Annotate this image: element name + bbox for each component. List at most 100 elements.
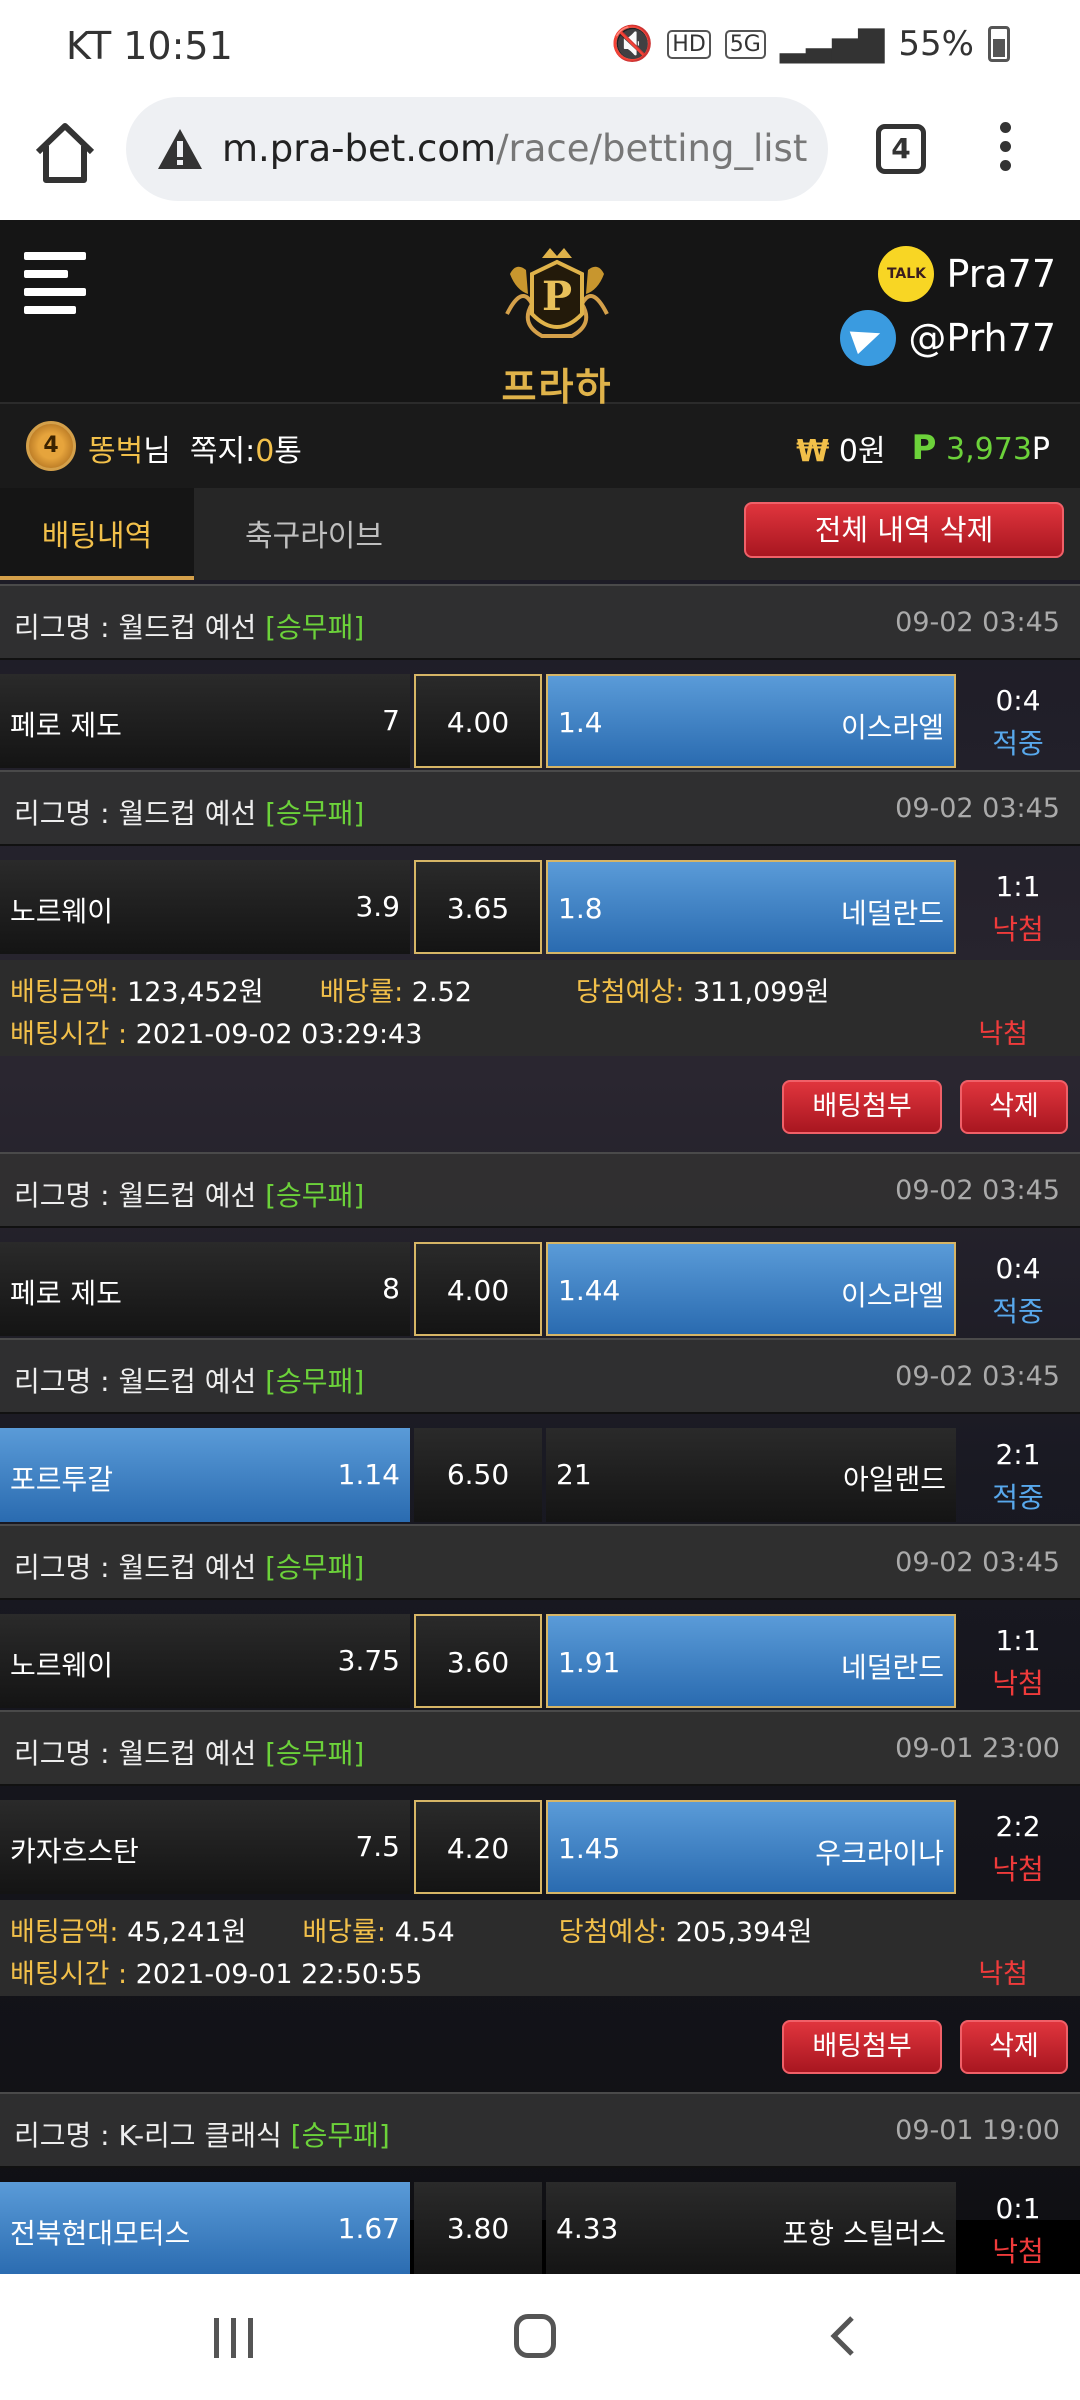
- league-title: 월드컵 예선: [118, 1179, 257, 1212]
- home-team-cell[interactable]: 페로 제도 8: [0, 1242, 410, 1336]
- home-team-cell[interactable]: 포르투갈 1.14: [0, 1428, 410, 1522]
- kakao-contact[interactable]: TALK Pra77: [878, 246, 1056, 302]
- match-result: 0:4 적중: [956, 1242, 1080, 1336]
- league-name: 리그명 : 월드컵 예선 [승무패]: [14, 1174, 364, 1214]
- league-header: 리그명 : 월드컵 예선 [승무패] 09-01 23:00: [0, 1710, 1080, 1786]
- match-score: 0:4: [995, 1252, 1041, 1285]
- home-team-cell[interactable]: 전북현대모터스 1.67: [0, 2182, 410, 2274]
- league-name: 리그명 : 월드컵 예선 [승무패]: [14, 606, 364, 646]
- delete-all-history-button[interactable]: 전체 내역 삭제: [744, 502, 1064, 558]
- tab-betting-history[interactable]: 배팅내역: [0, 488, 194, 580]
- match-score: 0:4: [995, 684, 1041, 717]
- delete-bet-button[interactable]: 삭제: [960, 1080, 1068, 1134]
- home-team-cell[interactable]: 노르웨이 3.75: [0, 1614, 410, 1708]
- bet-time-label: 배팅시간 :: [10, 1019, 128, 1050]
- match-result: 0:1 낙첨: [956, 2182, 1080, 2274]
- match-datetime: 09-02 03:45: [895, 1547, 1060, 1578]
- messages-link[interactable]: 쪽지:0통: [190, 434, 302, 469]
- expected-value: 311,099원: [692, 977, 830, 1008]
- away-team-cell[interactable]: 4.33 포항 스틸러스: [546, 2182, 956, 2274]
- away-odds: 1.45: [558, 1832, 621, 1865]
- home-odds: 7.5: [355, 1830, 400, 1863]
- bet-type-tag: [승무패]: [265, 1737, 365, 1770]
- user-info-bar: 4 똥벅님 쪽지:0통 ₩ 0원 P 3,973P: [0, 404, 1080, 488]
- home-team-cell[interactable]: 카자흐스탄 7.5: [0, 1800, 410, 1894]
- tab-soccer-live[interactable]: 축구라이브: [214, 488, 414, 580]
- match-result: 1:1 낙첨: [956, 860, 1080, 954]
- match-result: 2:2 낙첨: [956, 1800, 1080, 1894]
- draw-cell[interactable]: 4.20: [414, 1800, 542, 1894]
- home-team-name: 페로 제도: [10, 1277, 122, 1310]
- match-score: 2:1: [995, 1438, 1041, 1471]
- more-menu-icon[interactable]: [995, 122, 1015, 178]
- won-icon: ₩: [796, 434, 830, 469]
- bet-time-label: 배팅시간 :: [10, 1959, 128, 1990]
- match-row: 포르투갈 1.14 6.50 21 아일랜드 2:1 적중: [0, 1428, 1080, 1522]
- bet-time-value: 2021-09-02 03:29:43: [135, 1019, 423, 1050]
- draw-cell[interactable]: 3.80: [414, 2182, 542, 2274]
- away-team-name: 아일랜드: [842, 1463, 946, 1496]
- bet-amount-label: 배팅금액:: [10, 1917, 119, 1948]
- recent-apps-icon[interactable]: [214, 2318, 254, 2358]
- telegram-contact[interactable]: @Prh77: [840, 310, 1056, 366]
- home-odds: 7: [382, 704, 400, 737]
- home-team-name: 카자흐스탄: [10, 1835, 139, 1868]
- league-name: 리그명 : 월드컵 예선 [승무패]: [14, 1732, 364, 1772]
- home-icon[interactable]: [30, 118, 100, 188]
- away-team-cell[interactable]: 1.8 네덜란드: [546, 860, 956, 954]
- delete-bet-button[interactable]: 삭제: [960, 2020, 1068, 2074]
- bet-type-tag: [승무패]: [265, 1551, 365, 1584]
- draw-cell[interactable]: 3.60: [414, 1614, 542, 1708]
- history-tabbar: 배팅내역 축구라이브 전체 내역 삭제: [0, 488, 1080, 580]
- result-status: 낙첨: [992, 1667, 1044, 1700]
- tab-switcher-button[interactable]: 4: [876, 124, 926, 174]
- betting-history-list[interactable]: 리그명 : 월드컵 예선 [승무패] 09-02 03:45 페로 제도 7 4.00 1…: [0, 580, 1080, 2274]
- hamburger-menu-icon[interactable]: [24, 250, 90, 320]
- league-header: 리그명 : 월드컵 예선 [승무패] 09-02 03:45: [0, 1338, 1080, 1414]
- draw-cell[interactable]: 4.00: [414, 674, 542, 768]
- level-badge-icon: 4: [26, 421, 76, 471]
- home-team-cell[interactable]: 페로 제도 7: [0, 674, 410, 768]
- attach-bet-button[interactable]: 배팅첨부: [782, 1080, 942, 1134]
- home-team-cell[interactable]: 노르웨이 3.9: [0, 860, 410, 954]
- match-score: 1:1: [995, 870, 1041, 903]
- site-logo[interactable]: P 프라하: [462, 234, 652, 409]
- bet-type-tag: [승무패]: [290, 2119, 390, 2152]
- warning-icon[interactable]: [156, 127, 204, 171]
- expected-label: 당첨예상:: [558, 1917, 668, 1948]
- away-team-cell[interactable]: 21 아일랜드: [546, 1428, 956, 1522]
- match-result: 0:4 적중: [956, 674, 1080, 768]
- away-odds: 1.91: [558, 1646, 621, 1679]
- league-header: 리그명 : 월드컵 예선 [승무패] 09-02 03:45: [0, 584, 1080, 660]
- draw-cell[interactable]: 3.65: [414, 860, 542, 954]
- home-team-name: 포르투갈: [10, 1463, 114, 1496]
- away-team-cell[interactable]: 1.45 우크라이나: [546, 1800, 956, 1894]
- signal-icon: ▂▃▅▇: [779, 24, 885, 64]
- user-nickname[interactable]: 똥벅: [88, 434, 143, 469]
- system-home-icon[interactable]: [514, 2314, 556, 2358]
- away-team-cell[interactable]: 1.44 이스라엘: [546, 1242, 956, 1336]
- attach-bet-button[interactable]: 배팅첨부: [782, 2020, 942, 2074]
- cash-balance[interactable]: ₩ 0원: [796, 426, 885, 470]
- draw-cell[interactable]: 4.00: [414, 1242, 542, 1336]
- match-datetime: 09-01 23:00: [895, 1733, 1060, 1764]
- draw-odds: 3.60: [446, 1646, 510, 1679]
- match-score: 0:1: [995, 2192, 1041, 2225]
- bet-type-tag: [승무패]: [265, 611, 365, 644]
- away-team-name: 네덜란드: [840, 897, 944, 930]
- back-icon[interactable]: [822, 2314, 866, 2358]
- away-team-cell[interactable]: 1.91 네덜란드: [546, 1614, 956, 1708]
- point-balance[interactable]: P 3,973P: [912, 428, 1050, 468]
- address-bar[interactable]: m.pra-bet.com/race/betting_list: [126, 97, 828, 201]
- url-text[interactable]: m.pra-bet.com/race/betting_list: [222, 127, 807, 170]
- league-name: 리그명 : 월드컵 예선 [승무패]: [14, 792, 364, 832]
- system-navigation-bar: [0, 2274, 1080, 2400]
- league-name: 리그명 : K-리그 클래식 [승무패]: [14, 2114, 390, 2154]
- draw-cell[interactable]: 6.50: [414, 1428, 542, 1522]
- telegram-icon: [840, 310, 897, 366]
- league-prefix: 리그명 :: [14, 1737, 119, 1770]
- dividend-label: 배당률:: [302, 1917, 387, 1948]
- home-team-name: 노르웨이: [10, 895, 114, 928]
- match-row: 전북현대모터스 1.67 3.80 4.33 포항 스틸러스 0:1 낙첨: [0, 2182, 1080, 2274]
- away-team-cell[interactable]: 1.4 이스라엘: [546, 674, 956, 768]
